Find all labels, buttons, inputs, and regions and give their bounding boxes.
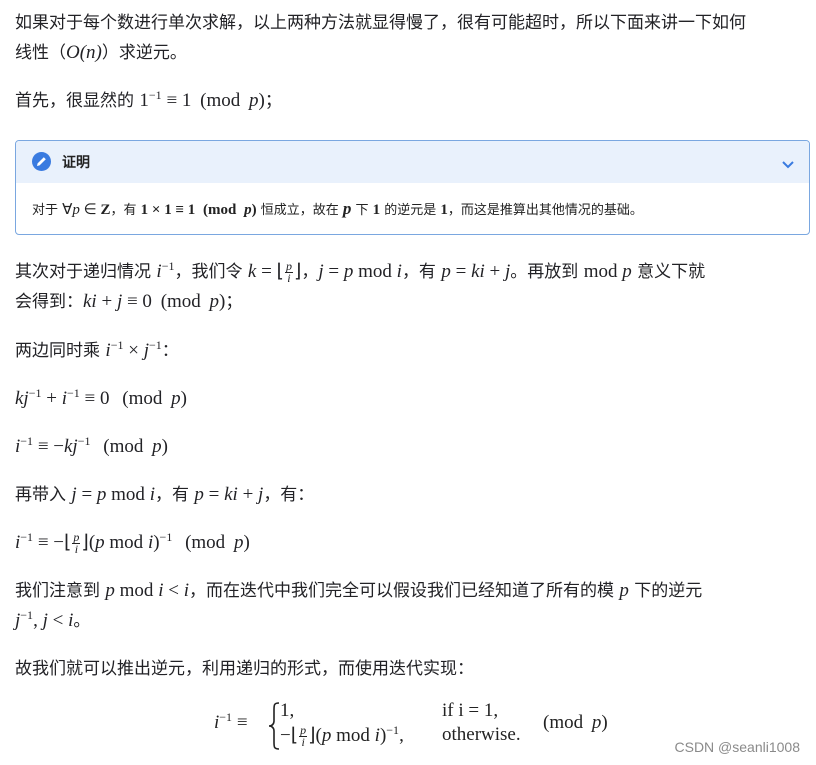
math-congruence: ki + j ≡ 0 (mod p) [83,291,226,312]
paragraph-intro: 如果对于每个数进行单次求解，以上两种方法就显得慢了，很有可能超时，所以下面来讲一… [15,8,810,68]
chevron-down-icon[interactable] [781,155,795,174]
proof-title: 证明 [62,155,90,171]
paragraph-recursion: 其次对于递归情况 i−1，我们令 k = ⌊ p i ⌋，j = p mod i，有 … [15,259,706,312]
equation-step-1: kj−1 + i−1 ≡ 0 (mod p) [15,386,187,409]
math-forall: ∀p ∈ Z [62,202,111,218]
paragraph-substitute: 再带入 j = p mod i，有 p = ki + j，有： [15,484,315,505]
paragraph-conclusion: 故我们就可以推出逆元，利用递归的形式，而使用迭代实现： [15,659,474,679]
math-identity: 1 × 1 ≡ 1 (mod p) [140,202,257,218]
paragraph-base-case: 首先，很显然的 1−1 ≡ 1 (mod p)； [15,88,282,111]
paragraph-multiply: 两边同时乘 i−1 × j−1： [15,338,179,361]
equation-step-2: i−1 ≡ −kj−1 (mod p) [15,434,168,457]
math-complexity: O(n) [66,42,102,63]
proof-card[interactable]: 证明 对于 ∀p ∈ Z，有 1 × 1 ≡ 1 (mod p) 恒成立，故在 … [15,140,810,235]
proof-card-header[interactable]: 证明 [16,141,809,183]
math-k-def: k = ⌊ p i ⌋ [247,259,302,286]
proof-text: 对于 ∀p ∈ Z，有 1 × 1 ≡ 1 (mod p) 恒成立，故在 p 下… [32,199,643,218]
intro-line-2: 线性（O(n)）求逆元。 [15,42,187,63]
math-p-decomp: p = ki + j [441,261,511,282]
math-base-case: 1−1 ≡ 1 (mod p) [139,88,265,111]
left-brace-icon [268,702,280,750]
equation-result: i−1 ≡ −⌊ p i ⌋(p mod i)−1 (mod p) [15,530,250,557]
intro-line-1: 如果对于每个数进行单次求解，以上两种方法就显得慢了，很有可能超时，所以下面来讲一… [15,13,746,33]
csdn-watermark: CSDN @seanli1008 [674,739,801,755]
paragraph-iteration: 我们注意到 p mod i < i，而在迭代中我们完全可以假设我们已经知道了所有… [15,580,703,631]
math-j-def: j = p mod i [318,261,402,282]
pencil-icon [32,152,51,171]
piecewise-formula: i−1 ≡ 1, −⌊ p i ⌋(p mod i)−1, if i = 1, oth… [214,700,608,750]
